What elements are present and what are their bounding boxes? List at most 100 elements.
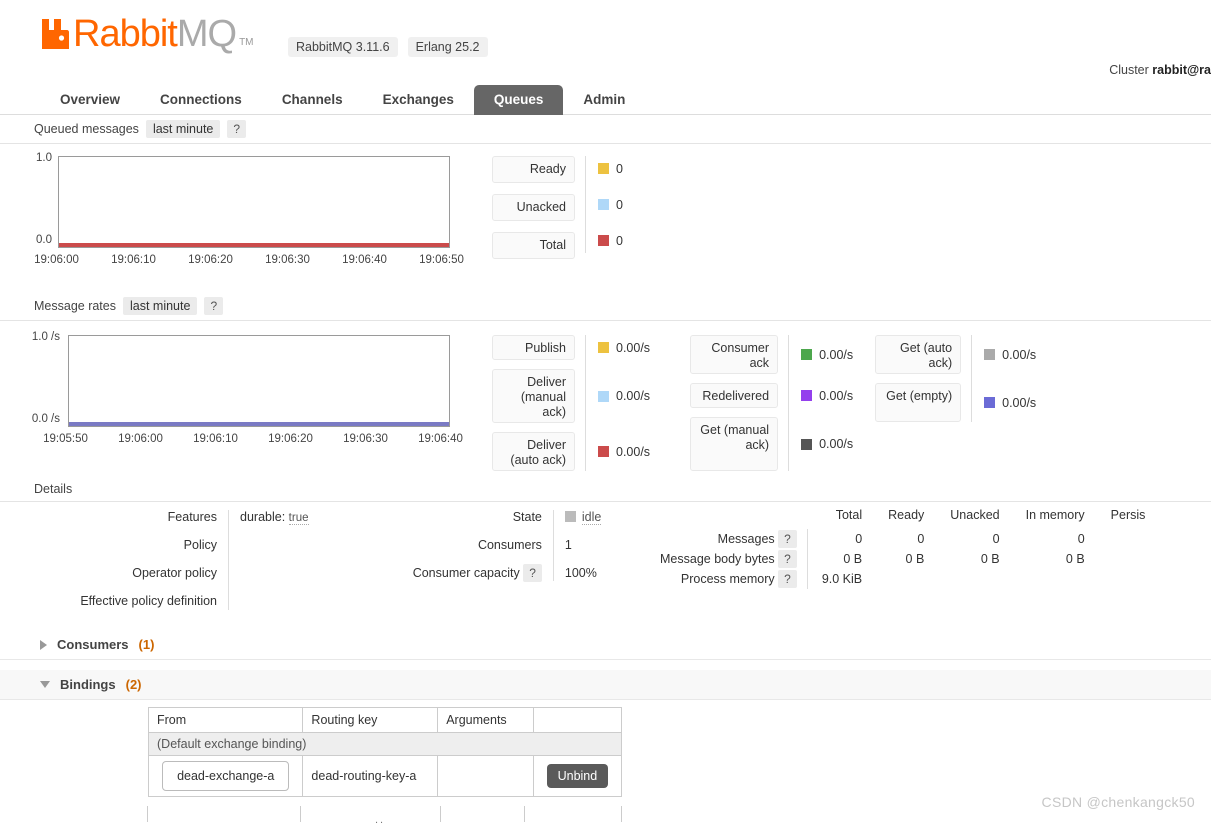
consumer-capacity-text: Consumer capacity (412, 566, 520, 580)
legend-value-unacked-text: 0 (616, 197, 623, 212)
state-value: idle (581, 510, 602, 525)
legend-button-get-empty[interactable]: Get (empty) (875, 383, 962, 422)
rabbitmq-version-badge: RabbitMQ 3.11.6 (288, 37, 398, 57)
queued-xtick-4: 19:06:40 (342, 254, 387, 266)
main-navigation: Overview Connections Channels Exchanges … (0, 84, 1211, 115)
legend-button-unacked[interactable]: Unacked (492, 194, 575, 221)
legend-button-get-manual-ack[interactable]: Get (manual ack) (690, 417, 779, 471)
stats-message-body-bytes-text: Message body bytes (660, 552, 775, 566)
message-rates-legend-group-2: Consumer ack Redelivered Get (manual ack… (690, 335, 853, 471)
legend-value-get-auto-ack-text: 0.00/s (1002, 347, 1037, 362)
stats-corner-cell (660, 508, 807, 529)
queued-xtick-0: 19:06:00 (34, 254, 79, 266)
table-row: dead-exchange-a dead-routing-key-a Unbin… (147, 755, 623, 797)
bindings-section-toggle[interactable]: Bindings (2) (0, 670, 1211, 700)
legend-value-consumer-ack: 0.00/s (801, 335, 853, 374)
rates-xtick-0: 19:05:50 (43, 433, 88, 445)
label-state: State (512, 510, 542, 524)
queued-xtick-3: 19:06:30 (265, 254, 310, 266)
cluster-name: rabbit@ra (1152, 63, 1211, 77)
tab-exchanges[interactable]: Exchanges (363, 85, 474, 115)
tab-connections[interactable]: Connections (140, 85, 262, 115)
tab-channels[interactable]: Channels (262, 85, 363, 115)
message-rates-title: Message rates (34, 299, 116, 313)
consumer-capacity-help-icon[interactable]: ? (523, 564, 542, 582)
rates-chart-baseline (69, 422, 449, 426)
swatch-deliver-auto-ack-icon (598, 446, 609, 457)
legend-value-deliver-manual-ack-text: 0.00/s (616, 389, 651, 403)
swatch-get-auto-ack-icon (984, 349, 996, 360)
legend-value-publish-text: 0.00/s (616, 340, 651, 355)
legend-button-ready[interactable]: Ready (492, 156, 575, 183)
message-rates-period-chip[interactable]: last minute (122, 297, 198, 315)
queued-chart-ytick-bottom: 0.0 (36, 234, 52, 246)
stats-body-bytes-in-memory: 0 B (1065, 552, 1085, 566)
queued-messages-help-icon[interactable]: ? (227, 120, 247, 138)
queued-chart-ytick-top: 1.0 (36, 152, 52, 164)
rates-xtick-4: 19:06:30 (343, 433, 388, 445)
rates-xtick-5: 19:06:40 (418, 433, 463, 445)
binding-action-cell: Unbind (532, 755, 623, 797)
rabbitmq-logo[interactable]: RabbitMQ TM (40, 15, 254, 53)
bindings-col-from: From (147, 707, 304, 733)
stats-body-bytes-persistent (1085, 549, 1146, 569)
legend-button-deliver-manual-ack[interactable]: Deliver (manual ack) (492, 369, 575, 423)
stats-col-total: Total (835, 508, 863, 522)
tab-overview[interactable]: Overview (40, 85, 140, 115)
swatch-deliver-manual-ack-icon (598, 390, 609, 402)
legend-value-ready-text: 0 (616, 161, 623, 176)
queued-xtick-2: 19:06:20 (188, 254, 233, 266)
message-body-bytes-help-icon[interactable]: ? (778, 550, 797, 568)
legend-button-get-auto-ack[interactable]: Get (auto ack) (875, 335, 962, 374)
legend-value-get-auto-ack: 0.00/s (984, 335, 1036, 374)
queued-messages-period-chip[interactable]: last minute (145, 120, 221, 138)
stats-body-bytes-total: 0 B (843, 552, 863, 566)
binding-from-cell: dead-exchange-a (147, 755, 304, 797)
legend-button-redelivered[interactable]: Redelivered (690, 383, 779, 408)
details-title: Details (34, 482, 73, 496)
value-consumers: 1 (564, 538, 572, 552)
tab-admin[interactable]: Admin (563, 85, 645, 115)
legend-value-get-empty: 0.00/s (984, 383, 1036, 422)
rabbit-logo-icon (40, 18, 70, 51)
tab-queues[interactable]: Queues (473, 85, 564, 115)
stats-messages-total: 0 (855, 532, 863, 546)
label-consumers: Consumers (477, 538, 542, 552)
legend-value-total: 0 (598, 228, 623, 253)
binding-from-exchange-link[interactable]: dead-exchange-a (162, 761, 290, 791)
bindings-section-count: (2) (125, 677, 142, 692)
legend-button-consumer-ack[interactable]: Consumer ack (690, 335, 779, 374)
messages-help-icon[interactable]: ? (778, 530, 797, 548)
legend-value-ready: 0 (598, 156, 623, 181)
stats-row-process-memory: Process memory ? 9.0 KiB (660, 569, 1145, 589)
stats-process-memory-text: Process memory (680, 572, 775, 586)
swatch-total-icon (598, 235, 609, 246)
stats-col-unacked: Unacked (950, 508, 1000, 522)
details-middle-labels: State Consumers Consumer capacity ? (340, 510, 542, 582)
queued-chart-plot-area (58, 156, 450, 248)
consumers-section-label: Consumers (57, 637, 129, 652)
legend-button-deliver-auto-ack[interactable]: Deliver (auto ack) (492, 432, 575, 471)
queued-messages-chart: 1.0 0.0 19:06:00 19:06:10 19:06:20 19:06… (0, 152, 470, 284)
watermark: CSDN @chenkangck50 (1041, 794, 1195, 810)
consumers-section-toggle[interactable]: Consumers (1) (0, 630, 1211, 660)
legend-button-publish[interactable]: Publish (492, 335, 575, 360)
legend-value-redelivered-text: 0.00/s (819, 388, 854, 403)
legend-value-get-manual-ack: 0.00/s (801, 417, 853, 471)
cluster-prefix: Cluster (1109, 63, 1153, 77)
details-left-block: Features Policy Operator policy Effectiv… (0, 510, 360, 610)
swatch-unacked-icon (598, 199, 609, 210)
details-section: Details (0, 477, 1211, 502)
legend-value-consumer-ack-text: 0.00/s (819, 347, 854, 362)
message-rates-help-icon[interactable]: ? (204, 297, 224, 315)
stats-process-memory-total: 9.0 KiB (821, 572, 863, 586)
details-middle-block: State Consumers Consumer capacity ? idle… (340, 510, 640, 582)
process-memory-help-icon[interactable]: ? (778, 570, 797, 588)
legend-value-publish: 0.00/s (598, 335, 650, 360)
unbind-button[interactable]: Unbind (546, 764, 609, 788)
binding-arguments-cell (437, 755, 534, 797)
chevron-right-icon (40, 639, 47, 650)
legend-button-total[interactable]: Total (492, 232, 575, 259)
stats-messages-in-memory: 0 (1077, 532, 1085, 546)
features-key: durable: (240, 510, 286, 524)
